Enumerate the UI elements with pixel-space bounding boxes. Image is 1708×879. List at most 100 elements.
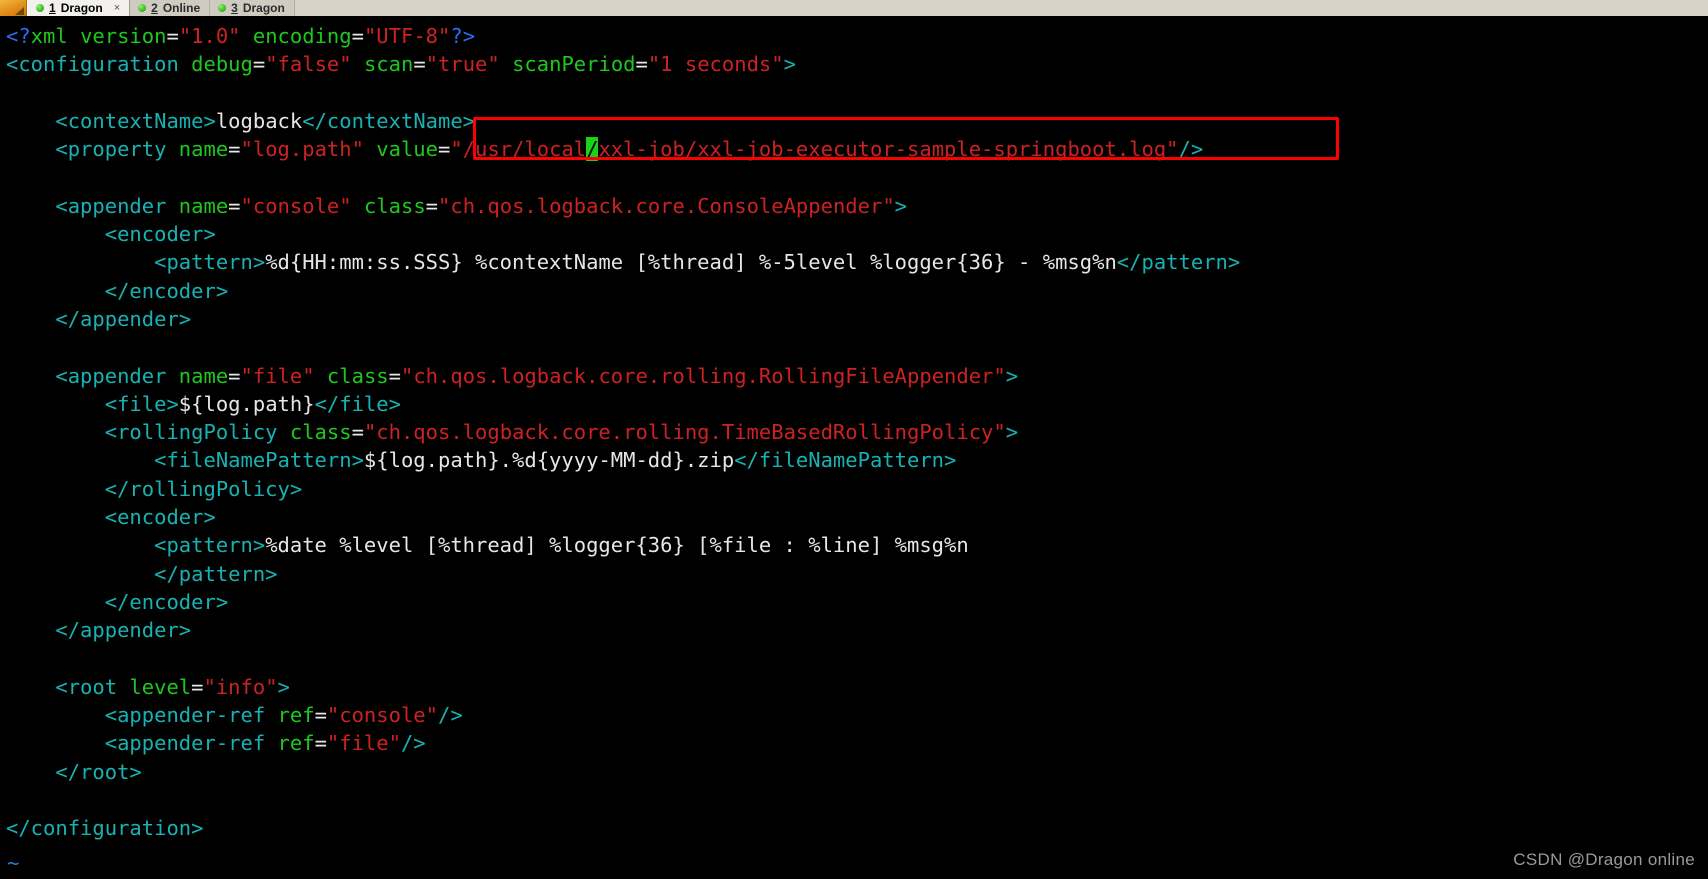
green-dot-icon — [138, 4, 147, 12]
code-token: name — [178, 137, 229, 162]
code-token: debug — [191, 52, 253, 77]
code-token: </appender> — [6, 306, 192, 331]
code-line[interactable]: <property name="log.path" value="/usr/lo… — [6, 135, 1708, 163]
code-token: <encoder> — [6, 505, 216, 530]
code-token: = — [252, 52, 266, 77]
code-line[interactable] — [6, 333, 1708, 361]
code-token: "ch.qos.logback.core.ConsoleAppender" — [438, 193, 895, 218]
code-token: "1.0" — [178, 24, 241, 48]
code-token: </configuration> — [6, 816, 204, 841]
code-token: class — [363, 193, 426, 218]
code-token: <appender — [6, 193, 179, 218]
code-line[interactable] — [6, 163, 1708, 191]
close-icon[interactable]: × — [114, 2, 120, 14]
code-line[interactable]: <fileNamePattern>${log.path}.%d{yyyy-MM-… — [6, 446, 1708, 474]
code-line[interactable]: </pattern> — [6, 560, 1708, 588]
code-token: "ch.qos.logback.core.rolling.RollingFile… — [400, 363, 1006, 388]
code-token: "ch.qos.logback.core.rolling.TimeBasedRo… — [363, 420, 1006, 445]
code-line[interactable]: <file>${log.path}</file> — [6, 390, 1708, 418]
code-line[interactable]: <appender-ref ref="console"/> — [6, 701, 1708, 729]
code-line[interactable]: <pattern>%date %level [%thread] %logger{… — [6, 531, 1708, 559]
code-token: value — [376, 137, 438, 162]
tab-index-label: 2 — [151, 1, 158, 15]
code-line[interactable]: <configuration debug="false" scan="true"… — [6, 50, 1708, 78]
code-token: ref — [277, 703, 315, 728]
code-token: </contextName> — [302, 108, 476, 133]
code-line[interactable]: <rollingPolicy class="ch.qos.logback.cor… — [6, 418, 1708, 446]
tab-label: Dragon — [60, 1, 103, 15]
code-line[interactable]: <appender-ref ref="file"/> — [6, 729, 1708, 757]
code-line[interactable]: </encoder> — [6, 588, 1708, 616]
code-token: encoding — [252, 24, 352, 48]
code-line[interactable]: </root> — [6, 758, 1708, 786]
code-token: <rollingPolicy — [6, 420, 290, 445]
code-token: class — [289, 420, 352, 445]
code-token: version — [80, 24, 167, 48]
code-token: = — [351, 420, 364, 445]
code-line[interactable]: </appender> — [6, 616, 1708, 644]
code-token: <appender-ref — [6, 703, 278, 728]
code-token: class — [326, 363, 389, 388]
code-token: </pattern> — [1116, 250, 1241, 275]
code-token: "console" — [240, 193, 352, 218]
code-line[interactable] — [6, 786, 1708, 814]
code-token: = — [228, 193, 241, 218]
tab-label: Dragon — [242, 1, 285, 15]
code-line[interactable] — [6, 79, 1708, 107]
code-token: "/usr/local — [450, 137, 587, 162]
code-token: level — [129, 674, 192, 699]
code-line[interactable]: <encoder> — [6, 220, 1708, 248]
code-token: </encoder> — [6, 589, 229, 614]
code-token: = — [438, 137, 451, 162]
code-token: = — [314, 731, 327, 756]
code-token: <appender — [6, 363, 179, 388]
tab-label: Online — [162, 1, 201, 15]
code-token: <? — [6, 24, 31, 48]
code-token: <pattern> — [6, 250, 266, 275]
code-line[interactable]: <appender name="file" class="ch.qos.logb… — [6, 362, 1708, 390]
code-token: ref — [277, 731, 315, 756]
code-token: </encoder> — [6, 278, 229, 303]
code-token: <configuration — [6, 52, 192, 77]
code-line[interactable]: <root level="info"> — [6, 673, 1708, 701]
code-token: "false" — [265, 52, 352, 77]
code-token: name — [178, 193, 229, 218]
code-line[interactable]: <?xml version="1.0" encoding="UTF-8"?> — [6, 22, 1708, 50]
code-token: ${log.path} — [178, 391, 315, 416]
code-line[interactable]: </appender> — [6, 305, 1708, 333]
code-token: /> — [400, 731, 426, 756]
code-line[interactable]: </rollingPolicy> — [6, 475, 1708, 503]
code-line[interactable]: <pattern>%d{HH:mm:ss.SSS} %contextName [… — [6, 248, 1708, 276]
code-line[interactable]: </encoder> — [6, 277, 1708, 305]
code-token: <property — [6, 137, 179, 162]
code-token: > — [1005, 363, 1019, 388]
tab-3-dragon[interactable]: 3 Dragon — [210, 0, 295, 16]
code-line[interactable]: <contextName>logback</contextName> — [6, 107, 1708, 135]
code-token: /> — [438, 703, 463, 728]
code-token: ?> — [450, 24, 476, 48]
code-token: </pattern> — [6, 561, 278, 586]
green-dot-icon — [218, 4, 227, 12]
code-token: = — [166, 24, 179, 48]
code-line[interactable]: <appender name="console" class="ch.qos.l… — [6, 192, 1708, 220]
code-token: <file> — [6, 391, 179, 416]
code-token: = — [228, 137, 241, 162]
code-token: > — [277, 674, 290, 699]
code-token: <root — [6, 674, 130, 699]
tab-2-online[interactable]: 2 Online — [130, 0, 211, 16]
code-token: "file" — [240, 363, 315, 388]
code-line[interactable] — [6, 645, 1708, 673]
terminal-viewport[interactable]: <?xml version="1.0" encoding="UTF-8"?> <c… — [0, 16, 1708, 879]
code-line[interactable]: </configuration> — [6, 814, 1708, 842]
xml-code-editor[interactable]: <?xml version="1.0" encoding="UTF-8"?> <c… — [0, 22, 1708, 843]
code-token: <pattern> — [6, 533, 266, 558]
code-token: scan — [363, 52, 414, 77]
code-token: = — [425, 193, 439, 218]
code-line[interactable]: <encoder> — [6, 503, 1708, 531]
code-token: > — [1005, 420, 1019, 445]
tab-1-dragon[interactable]: 1 Dragon × — [27, 0, 131, 16]
